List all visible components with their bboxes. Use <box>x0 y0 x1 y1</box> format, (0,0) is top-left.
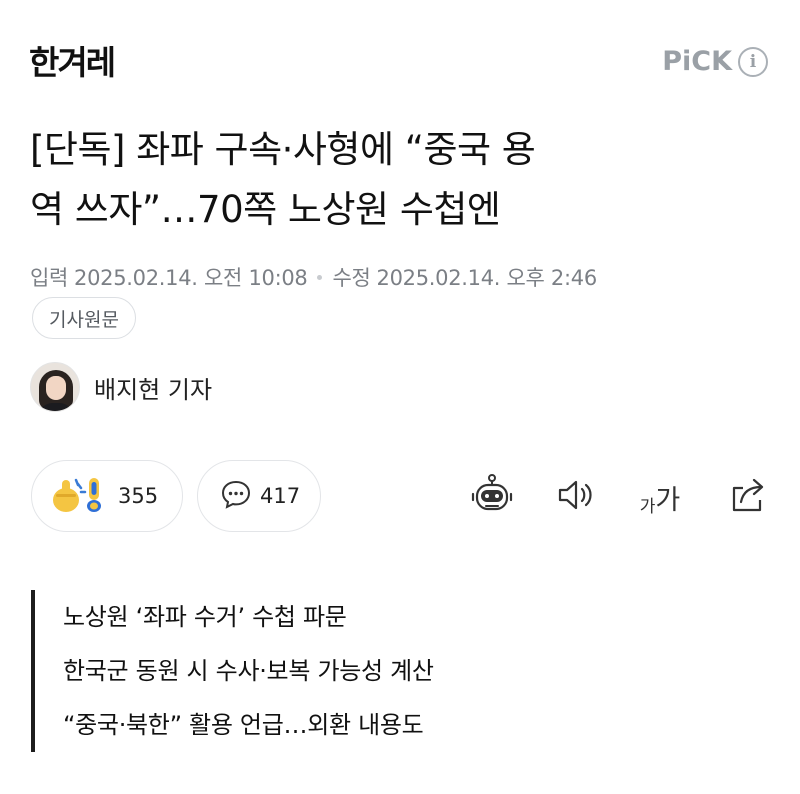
font-size-button[interactable]: 가 가 <box>630 468 690 526</box>
published-datetime: 2025.02.14. 오전 10:08 <box>74 266 308 290</box>
summary-line: 한국군 동원 시 수사·보복 가능성 계산 <box>63 657 434 685</box>
pick-badge[interactable]: PiCK i <box>662 46 768 77</box>
ai-summary-button[interactable] <box>464 468 520 526</box>
original-article-button[interactable]: 기사원문 <box>32 297 136 339</box>
published-label: 입력 <box>30 266 69 290</box>
comment-bubble-icon <box>220 479 252 513</box>
share-icon <box>728 476 768 518</box>
author-byline[interactable]: 배지현 기자 <box>30 362 212 412</box>
speaker-icon <box>555 477 597 517</box>
reaction-button[interactable]: 355 <box>31 460 183 532</box>
reaction-emoji-icon <box>52 474 110 518</box>
comment-button[interactable]: 417 <box>197 460 321 532</box>
avatar-face <box>46 376 66 400</box>
comment-count: 417 <box>260 484 301 508</box>
headline-line-2: 역 쓰자”…70쪽 노상원 수첩엔 <box>30 188 501 231</box>
article-summary: 노상원 ‘좌파 수거’ 수첩 파문 한국군 동원 시 수사·보복 가능성 계산 … <box>31 590 434 752</box>
reporter-avatar[interactable] <box>30 362 80 412</box>
author-name[interactable]: 배지현 기자 <box>94 370 212 405</box>
article-headline: [단독] 좌파 구속·사형에 “중국 용 역 쓰자”…70쪽 노상원 수첩엔 <box>30 120 770 240</box>
summary-line: “중국·북한” 활용 언급…외환 내용도 <box>63 711 424 739</box>
press-logo[interactable]: 한겨레 <box>29 36 116 84</box>
font-big-glyph: 가 <box>655 484 681 516</box>
share-button[interactable] <box>720 468 776 526</box>
modified-label: 수정 <box>332 266 371 290</box>
ai-robot-icon <box>469 472 515 522</box>
pick-label: PiCK <box>662 46 732 77</box>
meta-separator <box>317 274 323 280</box>
font-small-glyph: 가 <box>639 496 656 517</box>
modified-datetime: 2025.02.14. 오후 2:46 <box>376 266 598 290</box>
summary-line: 노상원 ‘좌파 수거’ 수첩 파문 <box>63 603 347 631</box>
info-icon[interactable]: i <box>738 46 768 77</box>
headline-line-1: [단독] 좌파 구속·사형에 “중국 용 <box>30 128 536 171</box>
article-dates: 입력 2025.02.14. 오전 10:08 수정 2025.02.14. 오… <box>30 262 597 292</box>
article-header: 한겨레 PiCK i <box>0 0 800 110</box>
text-to-speech-button[interactable] <box>548 468 604 526</box>
reaction-count: 355 <box>118 484 159 508</box>
font-size-icon: 가 가 <box>640 478 680 517</box>
